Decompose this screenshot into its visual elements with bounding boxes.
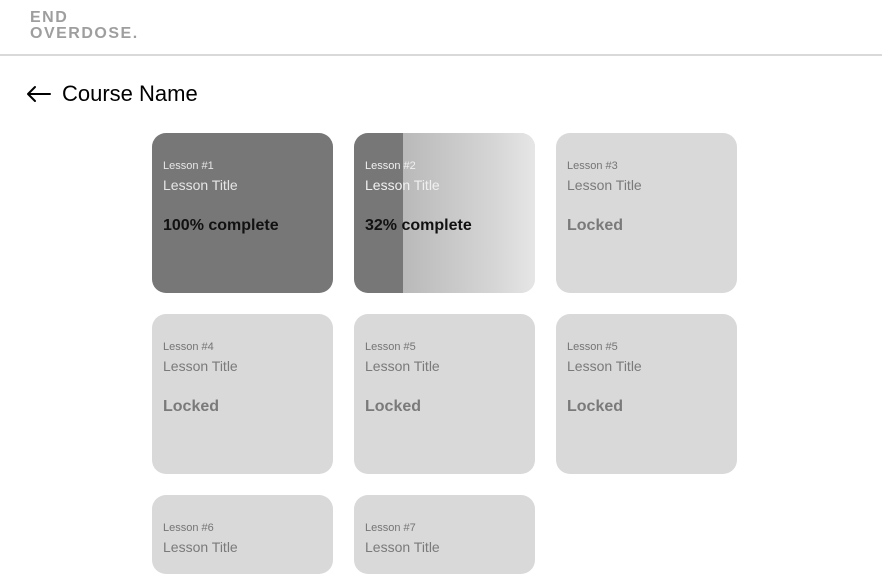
lesson-title: Lesson Title <box>163 539 238 555</box>
lesson-number: Lesson #4 <box>163 341 214 353</box>
lesson-card-content: Lesson #2 Lesson Title 32% complete <box>365 160 524 235</box>
lesson-card[interactable]: Lesson #6 Lesson Title <box>152 495 333 574</box>
arrow-left-icon <box>27 86 51 102</box>
lesson-card[interactable]: Lesson #5 Lesson Title Locked <box>556 314 737 474</box>
lesson-title: Lesson Title <box>365 177 440 193</box>
lesson-status: 100% complete <box>163 217 279 234</box>
lesson-card-content: Lesson #6 Lesson Title <box>163 522 322 555</box>
lesson-status: Locked <box>567 398 624 415</box>
lesson-number: Lesson #3 <box>567 160 618 172</box>
lesson-title: Lesson Title <box>365 539 440 555</box>
lesson-card[interactable]: Lesson #1 Lesson Title 100% complete <box>152 133 333 293</box>
lesson-status: Locked <box>365 398 422 415</box>
lesson-card[interactable]: Lesson #5 Lesson Title Locked <box>354 314 535 474</box>
lesson-card[interactable]: Lesson #3 Lesson Title Locked <box>556 133 737 293</box>
lesson-card-content: Lesson #4 Lesson Title Locked <box>163 341 322 416</box>
page-title: Course Name <box>62 81 198 106</box>
lesson-status: Locked <box>567 217 624 234</box>
page-title-row: Course Name <box>26 80 198 108</box>
lesson-number: Lesson #7 <box>365 522 416 534</box>
lesson-status: 32% complete <box>365 217 472 234</box>
lesson-title: Lesson Title <box>365 358 440 374</box>
logo-line-2: OVERDOSE. <box>30 25 139 42</box>
lesson-number: Lesson #2 <box>365 160 416 172</box>
lesson-status: Locked <box>163 398 220 415</box>
lesson-title: Lesson Title <box>163 177 238 193</box>
lesson-number: Lesson #6 <box>163 522 214 534</box>
lesson-card-content: Lesson #3 Lesson Title Locked <box>567 160 726 235</box>
lesson-title: Lesson Title <box>163 358 238 374</box>
lesson-number: Lesson #5 <box>567 341 618 353</box>
logo-line-1: END <box>30 9 69 26</box>
lesson-title: Lesson Title <box>567 358 642 374</box>
lesson-card-content: Lesson #1 Lesson Title 100% complete <box>163 160 322 235</box>
end-overdose-logo[interactable]: END OVERDOSE. <box>30 10 139 42</box>
lesson-number: Lesson #1 <box>163 160 214 172</box>
lesson-card-content: Lesson #7 Lesson Title <box>365 522 524 555</box>
lesson-card[interactable]: Lesson #2 Lesson Title 32% complete <box>354 133 535 293</box>
lesson-card[interactable]: Lesson #4 Lesson Title Locked <box>152 314 333 474</box>
app-header: END OVERDOSE. <box>0 0 882 56</box>
lesson-title: Lesson Title <box>567 177 642 193</box>
lesson-number: Lesson #5 <box>365 341 416 353</box>
lesson-card-content: Lesson #5 Lesson Title Locked <box>567 341 726 416</box>
back-button[interactable] <box>26 82 52 106</box>
lesson-card-content: Lesson #5 Lesson Title Locked <box>365 341 524 416</box>
lesson-card[interactable]: Lesson #7 Lesson Title <box>354 495 535 574</box>
